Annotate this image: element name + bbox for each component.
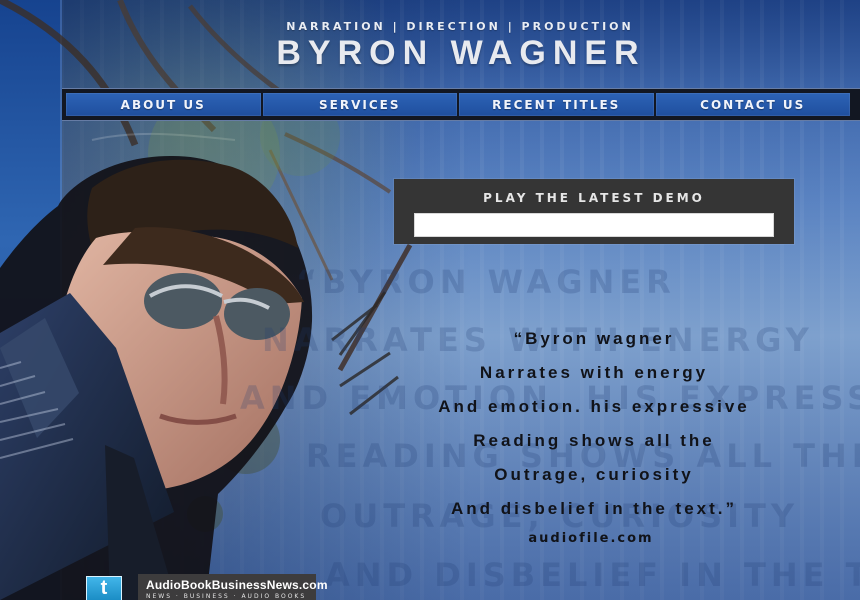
portrait-photo <box>0 155 313 600</box>
quote-line-5: outrage, curiosity <box>494 465 694 484</box>
quote-line-1: “Byron Wagner <box>513 329 675 348</box>
quote-line-3: and emotion. His expressive <box>438 397 750 416</box>
audio-player[interactable] <box>414 213 774 237</box>
main-navigation: About us Services Recent titles Contact … <box>62 88 860 121</box>
demo-panel: Play the latest demo <box>394 179 794 244</box>
news-badge-subtitle: news · business · audio books <box>146 593 307 600</box>
news-badge-title: AudioBookBusinessNews.com <box>146 578 328 592</box>
testimonial-quote: “Byron Wagner narrates with energy and e… <box>344 322 844 526</box>
demo-title: Play the latest demo <box>483 191 705 205</box>
quote-line-4: reading shows all the <box>473 431 715 450</box>
header-tagline: Narration | Direction | Production <box>286 20 634 33</box>
twitter-icon[interactable]: t <box>86 576 122 600</box>
quote-line-6: and disbelief in the text.” <box>451 499 737 518</box>
nav-contact-us[interactable]: Contact us <box>655 93 850 116</box>
nav-recent-titles[interactable]: Recent titles <box>459 93 654 116</box>
nav-about-us[interactable]: About us <box>66 93 261 116</box>
site-title: BYRON WAGNER <box>276 34 646 72</box>
quote-source: Audiofile.com <box>528 531 654 546</box>
audiobook-business-news-badge[interactable]: AudioBookBusinessNews.com news · busines… <box>138 574 328 600</box>
nav-services[interactable]: Services <box>262 93 457 116</box>
quote-line-2: narrates with energy <box>479 363 709 382</box>
